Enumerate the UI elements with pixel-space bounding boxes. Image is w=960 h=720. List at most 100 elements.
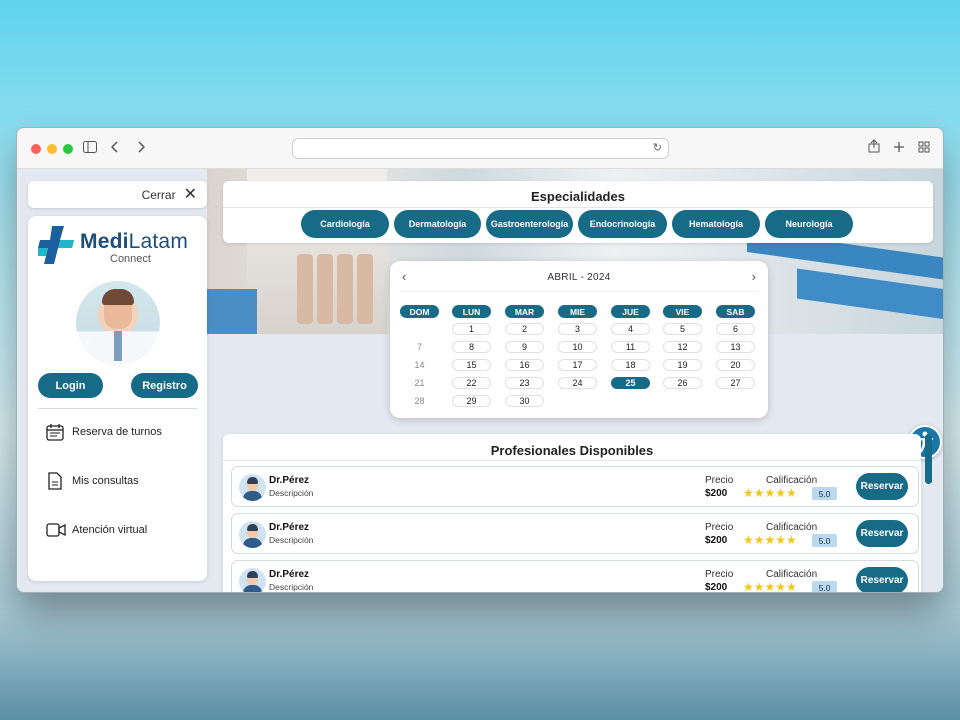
doctor-avatar (239, 568, 266, 592)
calendar-dow: MAR (505, 305, 544, 318)
doctor-avatar (239, 521, 266, 548)
menu-item-atencion[interactable]: Atención virtual (46, 521, 147, 539)
page-viewport: Cerrar ✕ MediLatam Connect Login Registr… (17, 169, 943, 593)
login-button[interactable]: Login (38, 373, 103, 398)
calendar-day[interactable]: 18 (611, 359, 650, 371)
calendar-icon (46, 423, 64, 441)
calendar-day[interactable]: 26 (663, 377, 702, 389)
close-icon[interactable]: ✕ (184, 186, 197, 203)
rating-label: Calificación (766, 522, 818, 533)
calendar-day[interactable]: 23 (505, 377, 544, 389)
doctor-avatar (239, 474, 266, 501)
profesionales-title: Profesionales Disponibles (490, 443, 654, 458)
price-label: Precio (705, 522, 734, 533)
especialidades-chips: Cardiología Dermatología Gastroenterolog… (301, 210, 853, 238)
profesionales-card: Profesionales Disponibles Dr.Pérez Descri… (223, 434, 921, 593)
reservar-button[interactable]: Reservar (856, 473, 908, 500)
calendar-day[interactable]: 19 (663, 359, 702, 371)
chip-dermatologia[interactable]: Dermatología (394, 210, 481, 238)
tab-overview-icon[interactable] (918, 139, 930, 157)
calendar-day[interactable]: 13 (716, 341, 755, 353)
calendar-day[interactable]: 8 (452, 341, 491, 353)
calendar-day[interactable]: 10 (558, 341, 597, 353)
calendar-day[interactable]: 4 (611, 323, 650, 335)
calendar-month: ABRIL - 2024 (547, 272, 611, 283)
registro-button[interactable]: Registro (131, 373, 198, 398)
table-row: Dr.Pérez Descripción Precio $200 Calificació… (231, 466, 919, 507)
chip-endocrinologia[interactable]: Endocrinología (578, 210, 667, 238)
calendar-next-icon[interactable]: › (752, 269, 756, 284)
calendar-day: 28 (414, 396, 425, 406)
menu-item-reserva[interactable]: Reserva de turnos (46, 423, 162, 441)
calendar-dow: JUE (611, 305, 650, 318)
calendar-day[interactable]: 30 (505, 395, 544, 407)
price-value: $200 (705, 535, 728, 546)
calendar-day[interactable]: 5 (663, 323, 702, 335)
forward-icon[interactable] (137, 139, 146, 157)
calendar-day-selected[interactable]: 25 (611, 377, 650, 389)
brand-name-1: Medi (80, 230, 129, 253)
address-bar[interactable]: ↻ (292, 138, 669, 159)
close-window-button[interactable] (31, 144, 41, 154)
calendar-day[interactable]: 15 (452, 359, 491, 371)
sidebar-toggle-icon[interactable] (83, 139, 97, 157)
calendar-day[interactable]: 11 (611, 341, 650, 353)
calendar-day: 21 (414, 378, 425, 388)
calendar-day[interactable]: 24 (558, 377, 597, 389)
price-value: $200 (705, 488, 728, 499)
calendar-day[interactable]: 6 (716, 323, 755, 335)
rating-score: 5.0 (812, 581, 837, 592)
reservar-button[interactable]: Reservar (856, 567, 908, 592)
doctor-desc: Descripción (269, 535, 314, 545)
calendar-day[interactable]: 29 (452, 395, 491, 407)
calendar-day[interactable]: 16 (505, 359, 544, 371)
calendar-day[interactable]: 20 (716, 359, 755, 371)
doctor-name: Dr.Pérez (269, 475, 310, 486)
rating-label: Calificación (766, 475, 818, 486)
calendar-dow: SAB (716, 305, 755, 318)
calendar-day[interactable]: 22 (452, 377, 491, 389)
browser-toolbar: ↻ (17, 128, 943, 169)
sidebar: MediLatam Connect Login Registro Reserva… (28, 216, 207, 581)
minimize-window-button[interactable] (47, 144, 57, 154)
browser-window: ↻ Cerrar ✕ MediLatam Connect Login Regis… (16, 127, 944, 593)
menu-item-consultas[interactable]: Mis consultas (46, 472, 139, 490)
calendar-day[interactable]: 2 (505, 323, 544, 335)
avatar (76, 281, 160, 365)
calendar-day[interactable]: 1 (452, 323, 491, 335)
chip-neurologia[interactable]: Neurología (765, 210, 853, 238)
especialidades-title: Especialidades (531, 189, 625, 204)
calendar-day[interactable]: 17 (558, 359, 597, 371)
price-label: Precio (705, 569, 734, 580)
chip-cardiologia[interactable]: Cardiología (301, 210, 389, 238)
rating-label: Calificación (766, 569, 818, 580)
calendar-day: 7 (416, 342, 422, 352)
reload-icon[interactable]: ↻ (653, 141, 662, 154)
calendar-day[interactable]: 27 (716, 377, 755, 389)
star-rating-icon: ★★★★★ (743, 533, 797, 547)
table-row: Dr.Pérez Descripción Precio $200 Calificació… (231, 560, 919, 593)
new-tab-icon[interactable] (893, 139, 905, 157)
calendar-day[interactable]: 3 (558, 323, 597, 335)
share-icon[interactable] (868, 139, 880, 157)
calendar-day[interactable]: 12 (663, 341, 702, 353)
star-rating-icon: ★★★★★ (743, 580, 797, 593)
scrollbar[interactable] (925, 434, 932, 484)
sidebar-close-bar: Cerrar ✕ (28, 181, 207, 208)
maximize-window-button[interactable] (63, 144, 73, 154)
medical-cross-icon (38, 226, 74, 264)
calendar-day[interactable]: 9 (505, 341, 544, 353)
menu-label: Atención virtual (72, 524, 148, 536)
chip-hematologia[interactable]: Hematología (672, 210, 760, 238)
especialidades-card: Especialidades Cardiología Dermatología … (223, 181, 933, 243)
back-icon[interactable] (110, 139, 119, 157)
doctor-desc: Descripción (269, 488, 314, 498)
menu-label: Reserva de turnos (72, 426, 162, 438)
divider (38, 408, 197, 409)
price-label: Precio (705, 475, 734, 486)
reservar-button[interactable]: Reservar (856, 520, 908, 547)
calendar-dow: VIE (663, 305, 702, 318)
close-label[interactable]: Cerrar (142, 188, 176, 202)
table-row: Dr.Pérez Descripción Precio $200 Calificació… (231, 513, 919, 554)
chip-gastroenterologia[interactable]: Gastroenterología (486, 210, 573, 238)
